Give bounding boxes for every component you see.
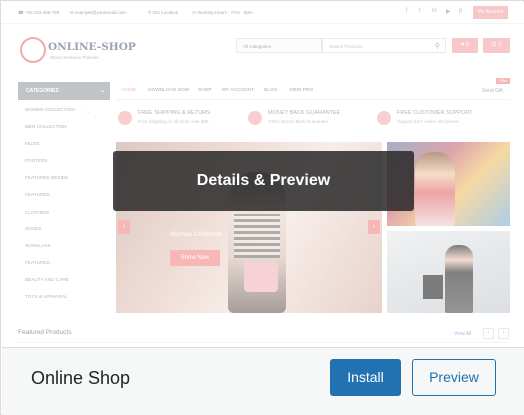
preview-button[interactable]: Preview	[412, 359, 496, 396]
theme-name: Online Shop	[31, 368, 131, 388]
install-button[interactable]: Install	[330, 359, 401, 396]
theme-card[interactable]: ☎ +00 123-456-789 ✉ example@youremail.co…	[0, 0, 524, 415]
theme-screenshot[interactable]: ☎ +00 123-456-789 ✉ example@youremail.co…	[2, 2, 524, 347]
theme-actions-bar: Online Shop Install Preview	[2, 347, 524, 415]
details-preview-overlay[interactable]: Details & Preview	[113, 151, 414, 211]
